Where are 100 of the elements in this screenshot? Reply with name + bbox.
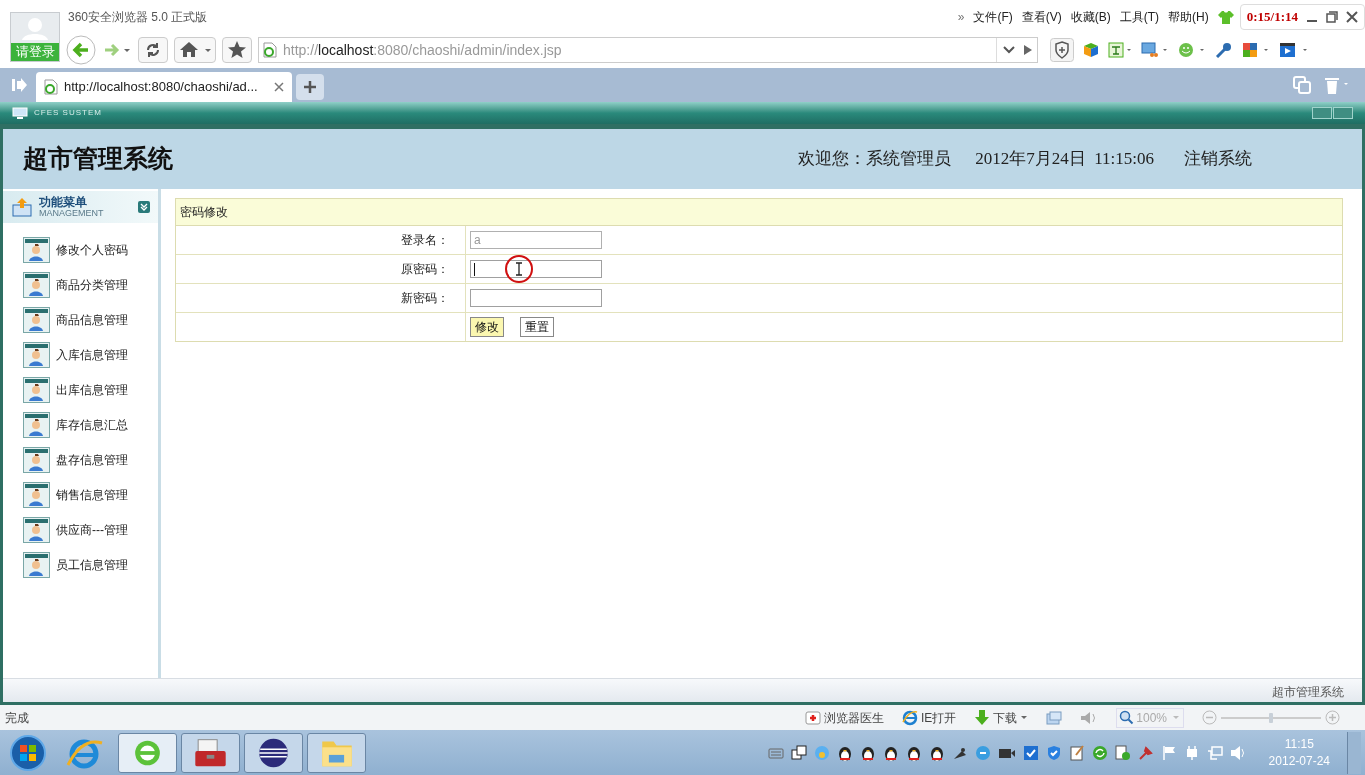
menu-item[interactable]: 查看(V) [1021, 8, 1062, 26]
collapse-icon[interactable] [138, 201, 150, 213]
apps-icon[interactable] [1242, 42, 1270, 58]
shirt-icon[interactable] [1217, 10, 1234, 24]
menu-item[interactable]: 收藏(B) [1070, 8, 1111, 26]
sync-icon[interactable] [1091, 744, 1108, 761]
date-time: 2012年7月24日 11:15:06 [975, 148, 1154, 171]
menu-item[interactable]: 供应商---管理 [23, 517, 158, 543]
logout-link[interactable]: 注销系统 [1184, 146, 1252, 172]
user-card-icon [23, 342, 50, 368]
folder-arrow-icon [11, 197, 33, 217]
login-label: 请登录 [11, 43, 59, 61]
user-card-icon [23, 412, 50, 438]
recorder-timer: 0:15/1:14 [1246, 8, 1298, 27]
network-icon[interactable] [1206, 744, 1223, 761]
plus-icon [303, 80, 317, 94]
zoom-slider-thumb[interactable] [1269, 712, 1273, 723]
ie-icon [901, 709, 918, 726]
back-icon[interactable] [66, 35, 96, 65]
taskbar-button[interactable] [181, 732, 240, 773]
user-card-icon [23, 517, 50, 543]
scroll-left-button[interactable] [1312, 107, 1332, 119]
notepad-icon[interactable] [1068, 744, 1085, 761]
new-tab-button[interactable] [296, 74, 324, 100]
field-label: 原密码： [401, 261, 449, 278]
dropdown-icon[interactable] [1003, 45, 1015, 55]
status-text: 完成 [5, 709, 29, 727]
menu-item[interactable]: 商品信息管理 [23, 307, 158, 333]
close-icon[interactable] [1346, 11, 1358, 23]
app-title: 超市管理系统 [23, 143, 173, 176]
cursor-highlight-icon [504, 254, 534, 284]
form-button[interactable]: 重置 [520, 317, 554, 337]
monitor-icon [12, 107, 28, 119]
smiley-icon[interactable] [1178, 42, 1206, 58]
shield-icon[interactable] [1045, 744, 1062, 761]
translate-icon[interactable] [1108, 42, 1132, 58]
checkmark-icon[interactable] [1022, 744, 1039, 761]
menu-item[interactable]: 入库信息管理 [23, 342, 158, 368]
show-desktop-button[interactable] [1347, 731, 1361, 774]
play-icon[interactable] [1023, 44, 1033, 56]
menu-item[interactable]: 帮助(H) [1168, 8, 1209, 26]
menu-item[interactable]: 修改个人密码 [23, 237, 158, 263]
browser-tab[interactable]: http://localhost:8080/chaoshi/ad... [36, 72, 292, 102]
refresh-button[interactable] [138, 37, 168, 63]
address-text: http://localhost:8080/chaoshi/admin/index.jsp [283, 40, 562, 60]
status-download-button[interactable]: 下载 [974, 708, 1029, 727]
menu-item[interactable]: 商品分类管理 [23, 272, 158, 298]
star-button[interactable] [222, 37, 252, 63]
user-card-icon [23, 377, 50, 403]
tool-icon[interactable] [1137, 744, 1154, 761]
magnifier-icon [1119, 710, 1135, 725]
key-icon[interactable] [1215, 42, 1233, 58]
shield-icon[interactable] [1050, 38, 1074, 62]
tab-title: http://localhost:8080/chaoshi/ad... [64, 78, 258, 97]
restore-icon[interactable] [1326, 11, 1338, 23]
user-card-icon [23, 237, 50, 263]
windows-icon[interactable] [790, 744, 807, 761]
clock-date: 2012-07-24 [1268, 752, 1330, 770]
flag-icon[interactable] [1160, 744, 1177, 761]
form-button[interactable]: 修改 [470, 317, 504, 337]
window-icon[interactable] [1046, 710, 1063, 725]
status-doctor-button[interactable]: 浏览器医生 [804, 708, 884, 727]
user-card-icon [23, 447, 50, 473]
screenshot-icon[interactable] [1141, 42, 1169, 58]
field-label: 登录名： [401, 232, 449, 249]
user-card-icon [23, 307, 50, 333]
cube-icon[interactable] [1083, 42, 1099, 58]
status-ie-button[interactable]: IE打开 [901, 708, 957, 727]
menu-title: 功能菜单 [39, 196, 88, 208]
page-icon [263, 42, 277, 58]
menu-item[interactable]: 员工信息管理 [23, 552, 158, 578]
user-card-icon [23, 482, 50, 508]
page-icon [44, 79, 58, 95]
trash-icon[interactable] [1323, 75, 1349, 95]
app-bar-title: CFES SUSTEM [34, 107, 102, 119]
caret-icon [1020, 714, 1029, 721]
media-icon[interactable] [1114, 744, 1131, 761]
menu-item[interactable]: 工具(T) [1119, 8, 1160, 26]
taskbar-button[interactable] [244, 732, 303, 773]
first-aid-icon [804, 709, 821, 726]
menu-item[interactable]: 库存信息汇总 [23, 412, 158, 438]
user-card-icon [23, 272, 50, 298]
download-icon [974, 709, 991, 726]
close-icon[interactable] [274, 82, 284, 92]
menu-item[interactable]: 盘存信息管理 [23, 447, 158, 473]
welcome-text: 欢迎您：系统管理员 [798, 148, 952, 171]
input-field[interactable] [470, 289, 602, 307]
home-button[interactable] [174, 37, 216, 63]
menu-item[interactable]: 文件(F) [973, 8, 1013, 26]
field-label: 新密码： [401, 290, 449, 307]
video-icon[interactable] [1279, 42, 1309, 58]
menu-item[interactable]: 销售信息管理 [23, 482, 158, 508]
scroll-right-button[interactable] [1333, 107, 1353, 119]
menu-item[interactable]: 出库信息管理 [23, 377, 158, 403]
user-card-icon [23, 552, 50, 578]
address-bar[interactable]: http://localhost:8080/chaoshi/admin/index.jsp [258, 37, 1038, 63]
footer-text: 超市管理系统 [1272, 684, 1344, 701]
more-menu-button[interactable]: » [957, 8, 965, 26]
input-field[interactable] [470, 260, 602, 278]
menu-subtitle: MANAGEMENT [39, 209, 104, 218]
